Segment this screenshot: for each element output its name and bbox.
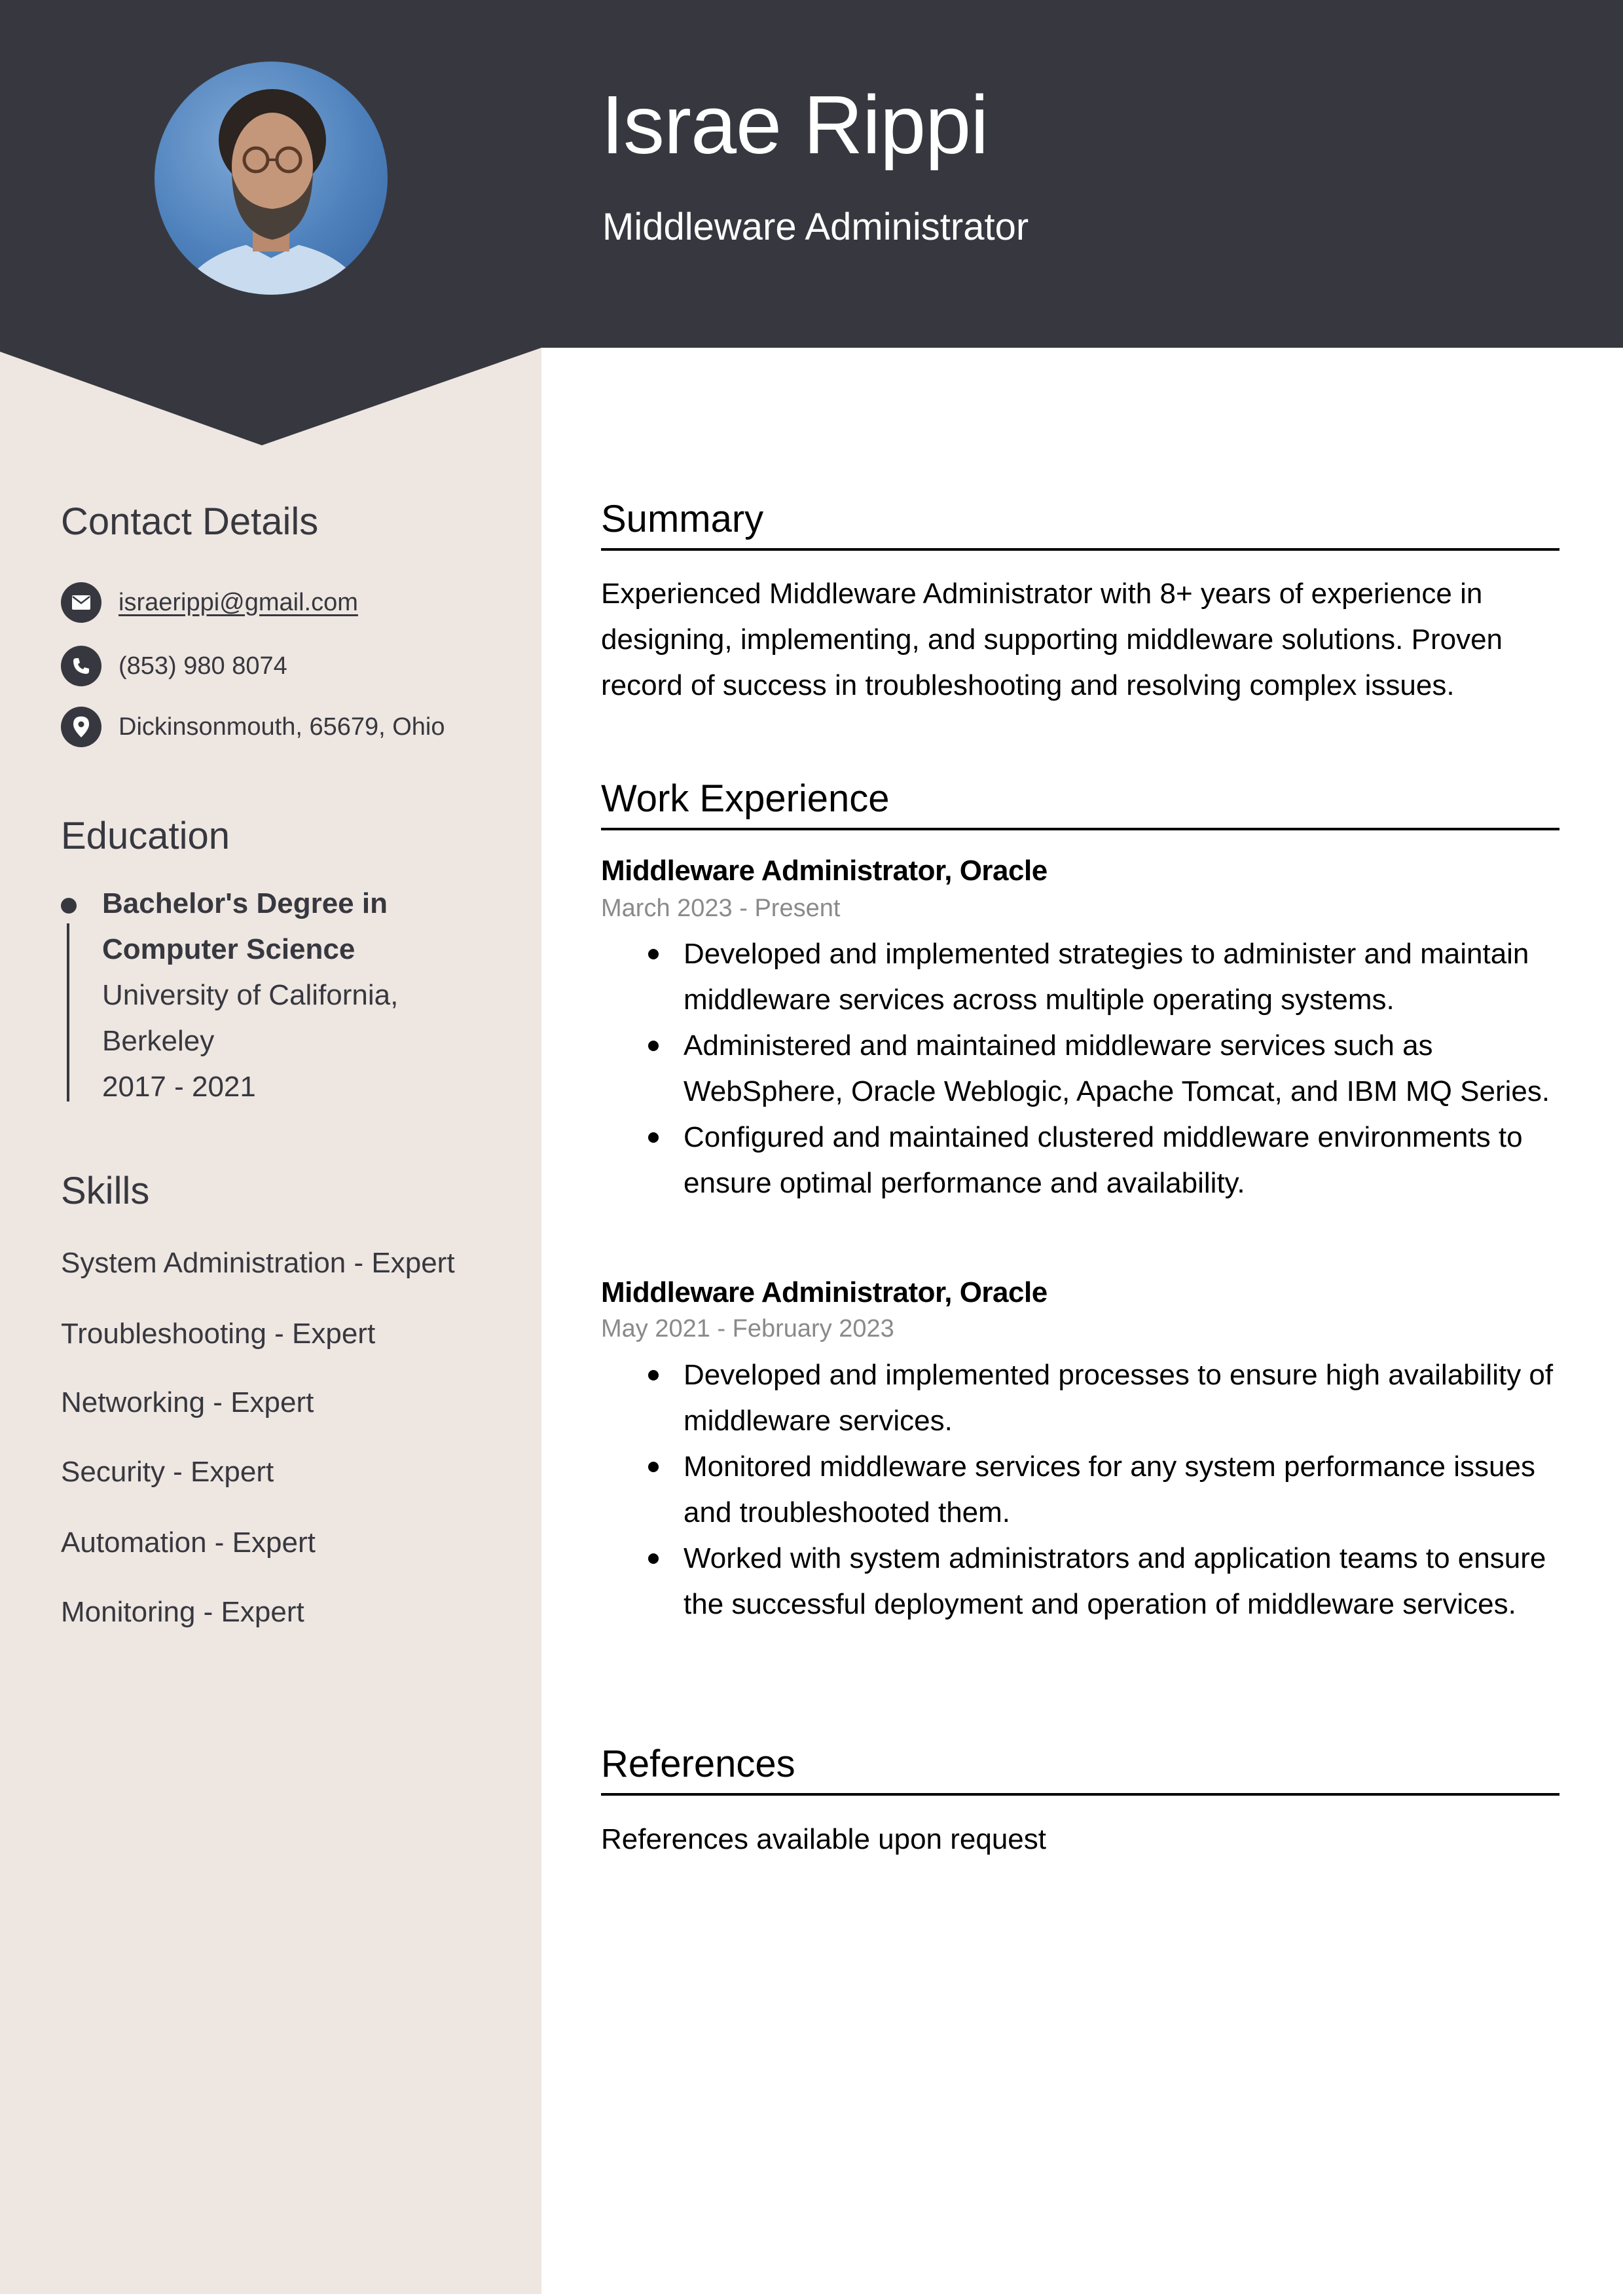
job-bullets: Developed and implemented strategies to … — [648, 931, 1554, 1206]
summary-rule — [601, 548, 1559, 551]
references-heading: References — [601, 1743, 795, 1785]
job-bullet: Administered and maintained middleware s… — [648, 1023, 1554, 1115]
job-title: Middleware Administrator, Oracle — [601, 855, 1048, 887]
contact-address: Dickinsonmouth, 65679, Ohio — [61, 707, 445, 747]
summary-line: record of success in troubleshooting and… — [601, 669, 1455, 701]
job-dates: May 2021 - February 2023 — [601, 1315, 894, 1342]
job-bullet: Developed and implemented processes to e… — [648, 1352, 1561, 1444]
skill-item: System Administration - Expert — [61, 1247, 455, 1279]
location-pin-icon — [61, 707, 101, 747]
profile-photo — [155, 62, 388, 295]
summary-heading: Summary — [601, 498, 764, 540]
references-text: References available upon request — [601, 1823, 1047, 1855]
work-heading: Work Experience — [601, 777, 890, 820]
candidate-title: Middleware Administrator — [602, 206, 1029, 248]
address-text: Dickinsonmouth, 65679, Ohio — [119, 713, 445, 741]
timeline-line — [67, 923, 69, 1102]
education-years: 2017 - 2021 — [102, 1071, 256, 1103]
work-rule — [601, 828, 1559, 830]
contact-heading: Contact Details — [61, 500, 319, 543]
avatar — [155, 62, 388, 295]
skill-item: Monitoring - Expert — [61, 1596, 304, 1628]
skill-item: Troubleshooting - Expert — [61, 1318, 376, 1350]
contact-email[interactable]: israerippi@gmail.com — [61, 582, 358, 623]
header-chevron — [0, 347, 541, 445]
timeline-dot — [61, 898, 77, 914]
skills-heading: Skills — [61, 1170, 150, 1212]
education-degree-line1: Bachelor's Degree in — [102, 887, 388, 919]
education-degree-line2: Computer Science — [102, 933, 356, 965]
summary-line: Experienced Middleware Administrator wit… — [601, 578, 1483, 610]
phone-icon — [61, 646, 101, 686]
education-school-line1: University of California, — [102, 979, 399, 1011]
education-heading: Education — [61, 815, 230, 857]
job-bullet: Configured and maintained clustered midd… — [648, 1115, 1554, 1206]
job-bullet: Developed and implemented strategies to … — [648, 931, 1554, 1023]
job-dates: March 2023 - Present — [601, 895, 841, 922]
email-link[interactable]: israerippi@gmail.com — [119, 589, 358, 617]
summary-text: Experienced Middleware Administrator wit… — [601, 571, 1570, 709]
skill-item: Networking - Expert — [61, 1386, 314, 1418]
summary-line: designing, implementing, and supporting … — [601, 623, 1503, 656]
job-bullets: Developed and implemented processes to e… — [648, 1352, 1561, 1627]
references-rule — [601, 1793, 1559, 1796]
phone-text: (853) 980 8074 — [119, 652, 287, 680]
job-title: Middleware Administrator, Oracle — [601, 1276, 1048, 1308]
skill-item: Security - Expert — [61, 1456, 274, 1488]
job-bullet: Monitored middleware services for any sy… — [648, 1444, 1561, 1536]
job-bullet: Worked with system administrators and ap… — [648, 1536, 1561, 1627]
contact-phone: (853) 980 8074 — [61, 646, 287, 686]
skill-item: Automation - Expert — [61, 1527, 316, 1559]
education-school-line2: Berkeley — [102, 1025, 215, 1057]
envelope-icon — [61, 582, 101, 623]
candidate-name: Israe Rippi — [601, 79, 989, 171]
